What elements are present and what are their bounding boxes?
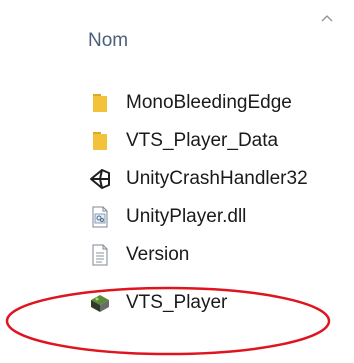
file-name: UnityCrashHandler32 <box>126 168 308 189</box>
file-row-unitycrashhandler32[interactable]: UnityCrashHandler32 <box>0 160 354 198</box>
file-name: MonoBleedingEdge <box>126 92 292 113</box>
folder-icon <box>89 130 111 152</box>
dll-file-icon <box>89 206 111 228</box>
file-row-version[interactable]: Version <box>0 236 354 274</box>
file-name: VTS_Player_Data <box>126 130 279 151</box>
file-row-vts-player[interactable]: VTS_Player <box>0 284 354 322</box>
file-row-monobleedingedge[interactable]: MonoBleedingEdge <box>0 84 354 122</box>
text-file-icon <box>89 244 111 266</box>
unity-logo-icon <box>89 168 111 190</box>
application-icon <box>89 292 111 314</box>
file-name: VTS_Player <box>126 292 228 313</box>
file-row-vts-player-data[interactable]: VTS_Player_Data <box>0 122 354 160</box>
file-name: Version <box>126 244 190 265</box>
folder-icon <box>89 92 111 114</box>
file-row-unityplayer-dll[interactable]: UnityPlayer.dll <box>0 198 354 236</box>
file-name: UnityPlayer.dll <box>126 206 247 227</box>
sort-ascending-icon[interactable] <box>319 12 335 24</box>
column-header-name[interactable]: Nom <box>88 30 128 52</box>
